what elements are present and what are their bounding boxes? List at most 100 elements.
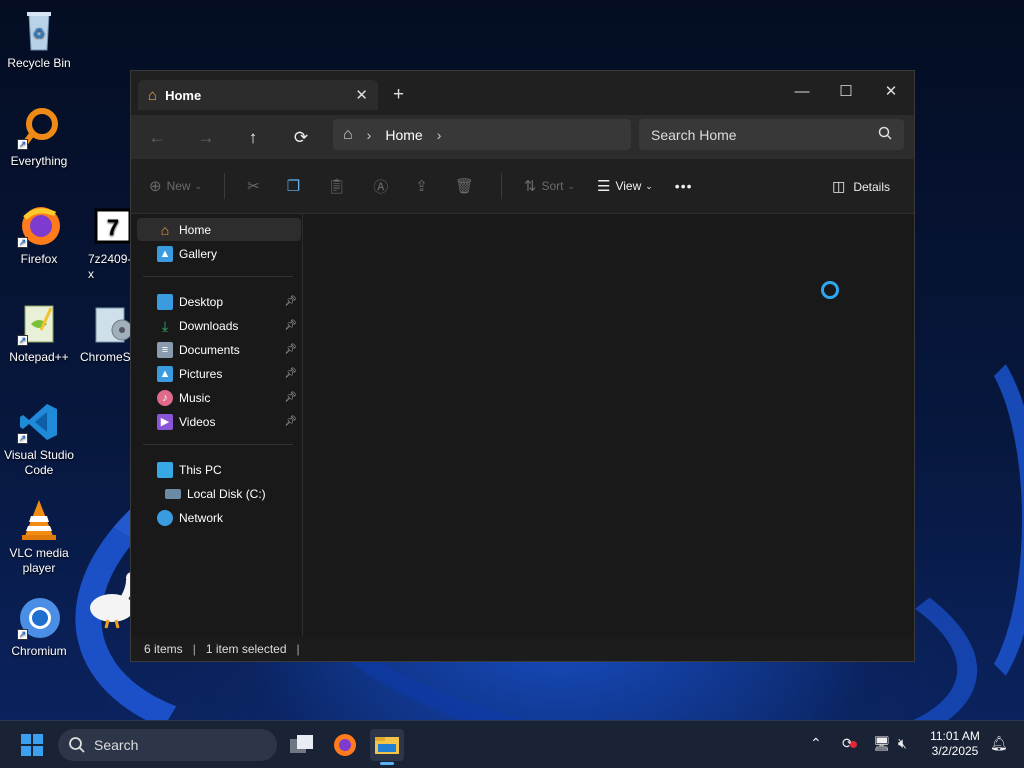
sidebar-item-documents[interactable]: ≡ Documents 📌︎: [137, 338, 301, 361]
chromium-icon: ↗: [17, 596, 61, 640]
desktop-icon-recycle-bin[interactable]: ♻ Recycle Bin: [0, 8, 78, 71]
sidebar-item-local-disk[interactable]: Local Disk (C:): [137, 482, 301, 505]
sync-status-icon[interactable]: ⟳: [842, 735, 857, 752]
sidebar-item-downloads[interactable]: ⤓ Downloads 📌︎: [137, 314, 301, 337]
sidebar-item-network[interactable]: Network: [137, 506, 301, 529]
minimize-button[interactable]: —: [779, 79, 825, 105]
taskbar-search-label: Search: [94, 737, 139, 753]
desktop-icon-label: VLC media player: [9, 546, 69, 575]
desktop-icon-label: ChromeS: [80, 350, 130, 364]
vlc-icon: [17, 498, 61, 542]
view-label: View: [615, 179, 642, 193]
toolbar-divider: [224, 173, 226, 199]
details-pane-button[interactable]: ◫ Details: [832, 178, 890, 195]
sort-button[interactable]: ⇅ Sort ⌄: [524, 177, 575, 195]
copy-icon: ❐: [286, 178, 301, 195]
share-button[interactable]: ⇪: [415, 177, 433, 195]
maximize-button[interactable]: ☐: [823, 79, 869, 105]
sidebar-item-music[interactable]: ♪ Music 📌︎: [137, 386, 301, 409]
desktop-icon-notepad-plus-plus[interactable]: ↗ Notepad++: [0, 302, 78, 365]
chevron-down-icon: ⌄: [567, 180, 575, 191]
tab-home[interactable]: ⌂ Home ✕: [138, 80, 378, 110]
network-status-icon[interactable]: 🖥︎: [873, 735, 891, 752]
up-button[interactable]: ↑: [241, 126, 265, 150]
pin-icon[interactable]: 📌︎: [284, 416, 297, 427]
navigation-bar: ← → ↑ ⟳ ⌂ › Home › Search Home: [131, 115, 914, 159]
firefox-icon: [334, 734, 356, 756]
pin-icon[interactable]: 📌︎: [284, 368, 297, 379]
desktop-icon-chromium[interactable]: ↗ Chromium: [0, 596, 78, 659]
pin-icon[interactable]: 📌︎: [284, 320, 297, 331]
chevron-right-icon[interactable]: ›: [367, 127, 372, 143]
forward-button[interactable]: →: [194, 126, 218, 150]
desktop-icon-7zip[interactable]: 7 7z2409-x: [78, 204, 130, 282]
item-count: 6 items: [144, 642, 183, 656]
sidebar-item-pictures[interactable]: ▲ Pictures 📌︎: [137, 362, 301, 385]
desktop-folder-icon: [157, 293, 173, 310]
sidebar-item-label: Desktop: [179, 294, 224, 309]
new-tab-button[interactable]: +: [393, 85, 404, 105]
back-button[interactable]: ←: [145, 126, 169, 150]
more-options-button[interactable]: •••: [675, 178, 693, 194]
desktop-icon-everything[interactable]: ↗ Everything: [0, 106, 78, 169]
search-input[interactable]: Search Home: [639, 119, 904, 150]
gallery-icon: ▲: [157, 245, 173, 262]
start-button[interactable]: [15, 729, 49, 761]
windows-logo-icon: [21, 734, 43, 756]
vscode-icon: ↗: [17, 400, 61, 444]
clock[interactable]: 11:01 AM 3/2/2025: [922, 729, 988, 759]
shortcut-arrow-icon: ↗: [17, 433, 28, 444]
paste-button[interactable]: 📋︎: [327, 177, 351, 195]
pin-icon[interactable]: 📌︎: [284, 296, 297, 307]
sidebar-item-label: Downloads: [179, 318, 239, 333]
command-bar: ⊕ New ⌄ ✂ ❐ 📋︎ Ⓐ ⇪ 🗑︎ ⇅ Sort ⌄ ☰ View ⌄ …: [131, 159, 914, 214]
volume-muted-icon[interactable]: 🔇︎: [898, 735, 907, 752]
tab-close-icon[interactable]: ✕: [355, 86, 368, 104]
refresh-button[interactable]: ⟳: [289, 126, 313, 150]
svg-text:7: 7: [107, 215, 119, 240]
chevron-down-icon: ⌄: [645, 180, 653, 191]
desktop-icon-chrome-setup[interactable]: ChromeS: [78, 302, 130, 365]
selection-count: 1 item selected: [205, 642, 287, 656]
taskbar-file-explorer[interactable]: [370, 729, 404, 765]
sidebar-item-label: Gallery: [179, 246, 218, 261]
desktop-icon-label: Everything: [10, 154, 68, 168]
pin-icon[interactable]: 📌︎: [284, 392, 297, 403]
status-separator: |: [296, 642, 300, 656]
network-icon: [157, 509, 173, 526]
copy-button[interactable]: ❐: [287, 177, 305, 195]
desktop-icon-label: Visual Studio Code: [4, 448, 74, 477]
sort-icon: ⇅: [523, 178, 537, 195]
address-bar[interactable]: ⌂ › Home ›: [333, 119, 631, 150]
show-hidden-icons-button[interactable]: ⌃: [810, 735, 822, 752]
desktop-icon-vscode[interactable]: ↗ Visual Studio Code: [0, 400, 78, 478]
rename-button[interactable]: Ⓐ: [373, 176, 393, 197]
sidebar-item-label: This PC: [179, 462, 222, 477]
taskbar-firefox[interactable]: [328, 729, 362, 761]
videos-folder-icon: ▶: [157, 413, 173, 430]
desktop-icon-firefox[interactable]: ↗ Firefox: [0, 204, 78, 267]
task-view-button[interactable]: [285, 729, 319, 761]
chevron-down-icon: ⌄: [194, 180, 203, 191]
sidebar-item-label: Local Disk (C:): [187, 486, 266, 501]
sidebar-item-desktop[interactable]: Desktop 📌︎: [137, 290, 301, 313]
notification-center-icon[interactable]: 🔔︎: [990, 735, 1008, 752]
cut-button[interactable]: ✂: [247, 177, 265, 195]
breadcrumb-home[interactable]: Home: [385, 127, 422, 143]
desktop-icon-label: Chromium: [11, 644, 67, 658]
taskbar-search[interactable]: Search: [58, 729, 277, 761]
close-button[interactable]: ✕: [868, 79, 914, 105]
sidebar-item-home[interactable]: ⌂ Home: [137, 218, 301, 241]
title-bar: ⌂ Home ✕ + — ☐ ✕: [131, 71, 914, 115]
sidebar-item-gallery[interactable]: ▲ Gallery: [137, 242, 301, 265]
sidebar-item-videos[interactable]: ▶ Videos 📌︎: [137, 410, 301, 433]
new-button[interactable]: ⊕ New ⌄: [149, 177, 202, 195]
delete-button[interactable]: 🗑︎: [455, 177, 479, 195]
chevron-right-icon[interactable]: ›: [437, 127, 442, 143]
view-button[interactable]: ☰ View ⌄: [597, 177, 653, 195]
sidebar-item-this-pc[interactable]: This PC: [137, 458, 301, 481]
desktop-icon-vlc[interactable]: VLC media player: [0, 498, 78, 576]
pin-icon[interactable]: 📌︎: [284, 344, 297, 355]
home-icon: ⌂: [343, 125, 353, 143]
desktop-icon-label: Notepad++: [9, 350, 69, 364]
